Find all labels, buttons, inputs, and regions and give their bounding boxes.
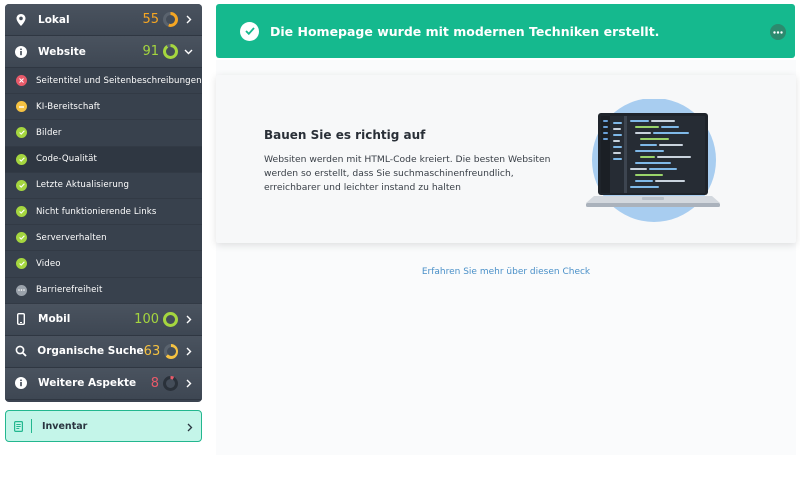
document-icon [14, 417, 24, 436]
sidebar-item-code-qualitaet[interactable]: Code-Qualität [5, 146, 202, 173]
category-label: Mobil [38, 313, 71, 326]
sidebar-item-label: Code-Qualität [36, 154, 97, 165]
category-label: Weitere Aspekte [38, 377, 137, 390]
sidebar-item-video[interactable]: Video [5, 251, 202, 278]
laptop-code-illustration [578, 98, 728, 227]
check-icon [16, 232, 27, 244]
check-icon [16, 153, 27, 165]
sidebar-item-seitentitel[interactable]: Seitentitel und Seitenbeschreibungen [5, 68, 202, 95]
category-label: Organische Suche [37, 345, 144, 358]
score-ring [163, 12, 178, 27]
sidebar-item-label: Barrierefreiheit [36, 285, 103, 296]
info-card: Bauen Sie es richtig auf Websiten werden… [216, 75, 796, 243]
category-score: 55 [142, 12, 159, 27]
pending-icon [16, 284, 27, 296]
sidebar-item-label: Serververhalten [36, 232, 107, 243]
sidebar-item-serververhalten[interactable]: Serververhalten [5, 225, 202, 252]
sidebar-item-broken-links[interactable]: Nicht funktionierende Links [5, 198, 202, 226]
sidebar-item-label: Nicht funktionierende Links [36, 206, 157, 217]
check-icon [16, 258, 27, 270]
check-icon [16, 127, 27, 139]
category-score: 63 [143, 343, 161, 359]
category-score: 100 [134, 311, 159, 327]
check-icon [16, 179, 27, 191]
category-label: Website [38, 45, 86, 58]
score-ring [163, 375, 178, 391]
info-icon [14, 45, 28, 59]
sidebar-item-ki-bereitschaft[interactable]: KI-Bereitschaft [5, 94, 202, 121]
check-icon [16, 206, 27, 218]
mobile-phone-icon [14, 312, 28, 326]
check-circle-icon [240, 21, 259, 41]
sidebar-item-barrierefreiheit[interactable]: Barrierefreiheit [5, 277, 202, 304]
warning-icon [16, 101, 27, 113]
banner-text: Die Homepage wurde mit modernen Technike… [270, 23, 660, 39]
card-title: Bauen Sie es richtig auf [264, 128, 426, 142]
chevron-right-icon[interactable] [184, 379, 193, 388]
sidebar-item-label: Bilder [36, 127, 62, 138]
sidebar-item-label: Seitentitel und Seitenbeschreibungen [36, 75, 202, 86]
score-ring [163, 311, 178, 327]
location-pin-icon [14, 13, 28, 27]
search-icon [14, 344, 27, 358]
category-score: 8 [150, 375, 159, 391]
category-website[interactable]: Website 91 [5, 36, 202, 68]
sidebar: Lokal 55 Website 91 Seitentitel und Seit… [5, 4, 202, 402]
category-lokal[interactable]: Lokal 55 [5, 4, 202, 36]
sidebar-item-label: Video [36, 258, 61, 269]
category-organische-suche[interactable]: Organische Suche 63 [5, 335, 202, 368]
card-description: Websiten werden mit HTML-Code kreiert. D… [264, 154, 551, 193]
error-icon [16, 75, 27, 87]
chevron-right-icon[interactable] [184, 315, 193, 324]
category-score: 91 [142, 44, 159, 59]
success-banner: Die Homepage wurde mit modernen Technike… [216, 4, 795, 58]
category-mobil[interactable]: Mobil 100 [5, 303, 202, 336]
inventar-button[interactable]: Inventar [5, 410, 202, 442]
category-label: Lokal [38, 13, 70, 26]
chevron-right-icon[interactable] [184, 347, 193, 356]
chevron-right-icon[interactable] [184, 15, 193, 24]
learn-more-link[interactable]: Erfahren Sie mehr über diesen Check [216, 267, 796, 277]
divider [31, 419, 32, 433]
category-weitere-aspekte[interactable]: Weitere Aspekte 8 [5, 367, 202, 400]
sidebar-item-bilder[interactable]: Bilder [5, 120, 202, 147]
more-options-icon[interactable] [770, 24, 786, 40]
score-ring [164, 343, 179, 359]
chevron-down-icon[interactable] [184, 47, 193, 56]
chevron-right-icon [187, 417, 193, 436]
sidebar-item-label: Letzte Aktualisierung [36, 180, 130, 191]
inventar-label: Inventar [42, 420, 88, 432]
sidebar-item-letzte-aktualisierung[interactable]: Letzte Aktualisierung [5, 172, 202, 199]
score-ring [163, 44, 178, 59]
sidebar-item-label: KI-Bereitschaft [36, 101, 101, 112]
info-icon [14, 376, 28, 390]
